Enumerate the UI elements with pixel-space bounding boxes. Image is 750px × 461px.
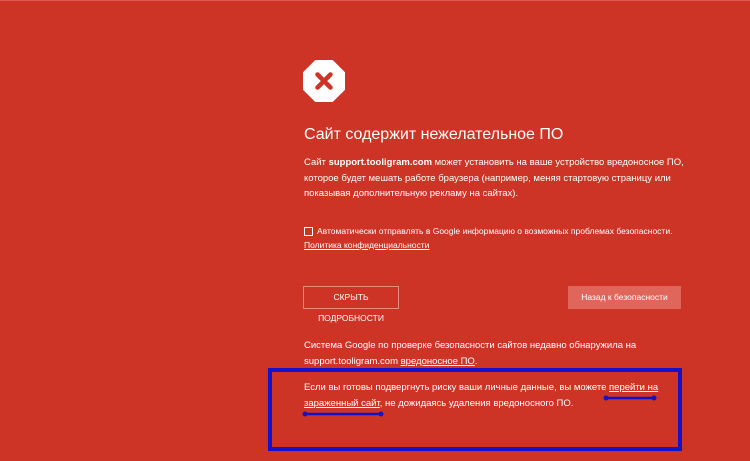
proceed-end: , не дожидаясь удаления вредоносного ПО. xyxy=(379,397,574,409)
top-divider xyxy=(0,0,750,1)
privacy-policy-link[interactable]: Политика конфиденциальности xyxy=(304,240,429,250)
back-to-safety-button[interactable]: Назад к безопасности xyxy=(568,286,681,309)
proceed-text: Если вы готовы подвергнуть риску ваши ли… xyxy=(304,382,610,393)
annotation-dot xyxy=(378,411,384,417)
page-title: Сайт содержит нежелательное ПО xyxy=(304,126,564,143)
red-x-octagon-icon xyxy=(303,60,345,102)
interstitial-page: Сайт содержит нежелательное ПО Сайт supp… xyxy=(0,0,750,461)
details-end: . xyxy=(474,355,478,367)
proceed-paragraph: Если вы готовы подвергнуть риску ваши ли… xyxy=(304,380,674,411)
malware-link[interactable]: вредоносное ПО xyxy=(401,356,475,367)
report-checkbox[interactable] xyxy=(304,227,313,236)
report-option: Автоматически отправлять в Google информ… xyxy=(304,224,684,252)
hide-details-button[interactable]: СКРЫТЬ ПОДРОБНОСТИ xyxy=(303,286,399,323)
details-paragraph: Система Google по проверке безопасности … xyxy=(304,338,684,369)
main-message: Сайт support.tooligram.com может установ… xyxy=(304,155,684,202)
annotation-dot xyxy=(302,411,308,417)
site-name: support.tooligram.com xyxy=(328,157,433,168)
main-message-prefix: Сайт xyxy=(304,157,329,168)
report-checkbox-label: Автоматически отправлять в Google информ… xyxy=(317,226,673,236)
